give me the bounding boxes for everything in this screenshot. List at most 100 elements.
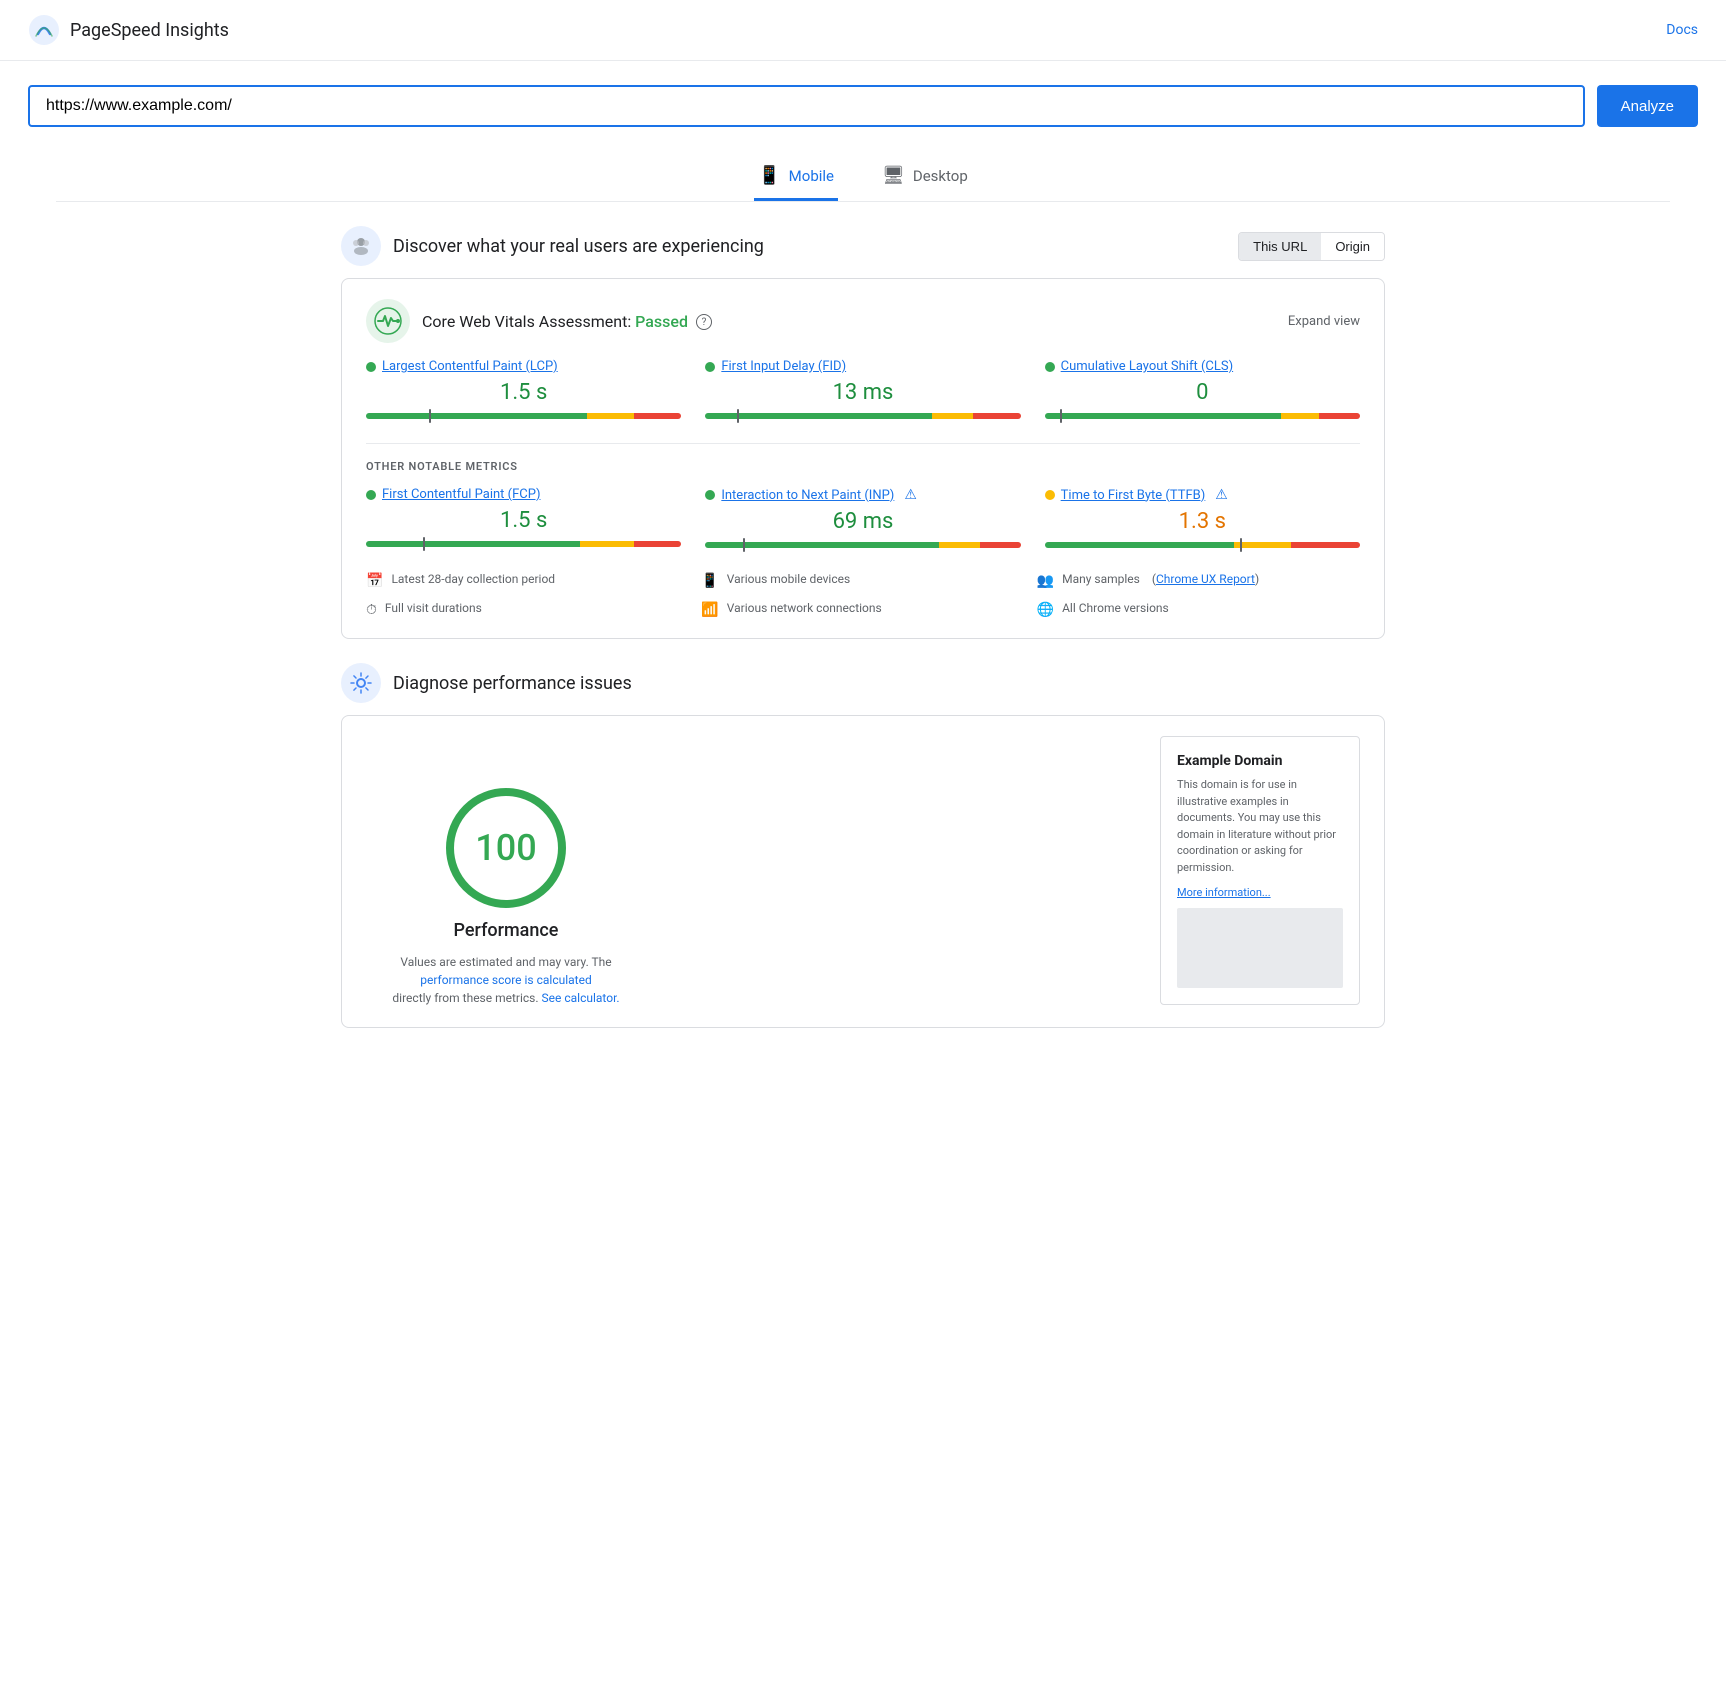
- cls-label[interactable]: Cumulative Layout Shift (CLS): [1061, 359, 1233, 374]
- url-input[interactable]: [28, 85, 1585, 127]
- other-metrics-label: OTHER NOTABLE METRICS: [366, 460, 1360, 473]
- desktop-tab-label: Desktop: [913, 167, 968, 185]
- fid-green: [705, 413, 932, 419]
- fid-red: [973, 413, 1020, 419]
- inp-marker: [743, 538, 745, 552]
- this-url-btn[interactable]: This URL: [1239, 233, 1321, 260]
- score-note-text-2: directly from these metrics.: [392, 991, 538, 1005]
- fcp-label[interactable]: First Contentful Paint (FCP): [382, 487, 541, 502]
- fcp-bar-inner: [366, 541, 681, 547]
- ttfb-label-row: Time to First Byte (TTFB) ⚠: [1045, 487, 1360, 503]
- inp-value: 69 ms: [705, 509, 1020, 534]
- metric-ttfb: Time to First Byte (TTFB) ⚠ 1.3 s: [1045, 487, 1360, 552]
- core-metrics-grid: Largest Contentful Paint (LCP) 1.5 s Fir…: [366, 359, 1360, 423]
- lcp-marker: [429, 409, 431, 423]
- docs-link[interactable]: Docs: [1666, 22, 1698, 38]
- page-preview: Example Domain This domain is for use in…: [1160, 736, 1360, 1005]
- analyze-button[interactable]: Analyze: [1597, 85, 1698, 127]
- samples-text: Many samples: [1062, 572, 1140, 586]
- info-visit-durations: ⏱ Full visit durations: [366, 601, 689, 618]
- preview-link[interactable]: More information...: [1177, 886, 1271, 899]
- header: PageSpeed Insights Docs: [0, 0, 1726, 61]
- inp-label-row: Interaction to Next Paint (INP) ⚠: [705, 487, 1020, 503]
- cwv-title: Core Web Vitals Assessment: Passed ?: [422, 312, 712, 331]
- lcp-green: [366, 413, 587, 419]
- lcp-red: [634, 413, 681, 419]
- devices-icon: 📱: [701, 573, 718, 589]
- header-left: PageSpeed Insights: [28, 14, 229, 46]
- cwv-label-text: Core Web Vitals Assessment:: [422, 312, 631, 331]
- metric-cls: Cumulative Layout Shift (CLS) 0: [1045, 359, 1360, 423]
- calc-link[interactable]: See calculator.: [542, 991, 620, 1005]
- cls-red: [1319, 413, 1360, 419]
- diagnose-title: Diagnose performance issues: [393, 673, 632, 694]
- wifi-icon: 📶: [701, 602, 718, 618]
- pagespeed-logo: [28, 14, 60, 46]
- cwv-icon: [366, 299, 410, 343]
- fid-dot: [705, 362, 715, 372]
- field-data-icon: [341, 226, 381, 266]
- field-data-header-left: Discover what your real users are experi…: [341, 226, 764, 266]
- inp-bar: [705, 542, 1020, 548]
- perf-score-section: 100 Performance Values are estimated and…: [366, 736, 646, 1007]
- other-metrics-grid: First Contentful Paint (FCP) 1.5 s Inter…: [366, 487, 1360, 552]
- lcp-dot: [366, 362, 376, 372]
- chrome-ux-link[interactable]: Chrome UX Report: [1156, 572, 1255, 586]
- fid-label[interactable]: First Input Delay (FID): [721, 359, 846, 374]
- ttfb-label[interactable]: Time to First Byte (TTFB): [1061, 488, 1206, 503]
- cls-value: 0: [1045, 380, 1360, 405]
- mobile-icon: 📱: [758, 165, 780, 186]
- info-chrome-versions: 🌐 All Chrome versions: [1037, 601, 1360, 618]
- fcp-label-row: First Contentful Paint (FCP): [366, 487, 681, 502]
- metric-fid: First Input Delay (FID) 13 ms: [705, 359, 1020, 423]
- desktop-icon: 🖥: [882, 165, 905, 186]
- fcp-bar: [366, 541, 681, 547]
- score-note: Values are estimated and may vary. The p…: [366, 953, 646, 1007]
- fcp-marker: [423, 537, 425, 551]
- info-samples: 👥 Many samples (Chrome UX Report): [1037, 572, 1360, 589]
- field-data-header: Discover what your real users are experi…: [341, 226, 1385, 266]
- url-origin-toggle: This URL Origin: [1238, 232, 1385, 261]
- cls-bar: [1045, 413, 1360, 419]
- cwv-info-icon[interactable]: ?: [696, 314, 712, 330]
- perf-score-link[interactable]: performance score is calculated: [420, 973, 591, 987]
- inp-orange: [939, 542, 980, 548]
- tab-mobile[interactable]: 📱 Mobile: [754, 155, 838, 201]
- fid-bar: [705, 413, 1020, 419]
- cwv-status: Passed: [635, 312, 688, 331]
- fid-value: 13 ms: [705, 380, 1020, 405]
- metric-fcp: First Contentful Paint (FCP) 1.5 s: [366, 487, 681, 552]
- tab-desktop[interactable]: 🖥 Desktop: [878, 155, 972, 201]
- ttfb-bar-inner: [1045, 542, 1360, 548]
- ttfb-dot: [1045, 490, 1055, 500]
- users-icon: 👥: [1037, 573, 1054, 589]
- inp-label[interactable]: Interaction to Next Paint (INP): [721, 488, 894, 503]
- main-content: Discover what your real users are experi…: [313, 226, 1413, 1028]
- metric-inp: Interaction to Next Paint (INP) ⚠ 69 ms: [705, 487, 1020, 552]
- search-bar: Analyze: [28, 85, 1698, 127]
- chrome-icon: 🌐: [1037, 602, 1054, 618]
- fcp-value: 1.5 s: [366, 508, 681, 533]
- expand-view-btn[interactable]: Expand view: [1288, 314, 1360, 329]
- lcp-label[interactable]: Largest Contentful Paint (LCP): [382, 359, 558, 374]
- cwv-header: Core Web Vitals Assessment: Passed ? Exp…: [366, 299, 1360, 343]
- preview-gray-area: [1177, 908, 1343, 988]
- fid-marker: [737, 409, 739, 423]
- search-section: Analyze: [0, 61, 1726, 143]
- field-data-card: Core Web Vitals Assessment: Passed ? Exp…: [341, 278, 1385, 639]
- origin-btn[interactable]: Origin: [1321, 233, 1384, 260]
- cls-orange: [1281, 413, 1319, 419]
- mobile-devices-text: Various mobile devices: [727, 572, 850, 586]
- cls-bar-inner: [1045, 413, 1360, 419]
- field-data-title: Discover what your real users are experi…: [393, 236, 764, 257]
- fid-orange: [932, 413, 973, 419]
- collection-period-text: Latest 28-day collection period: [391, 572, 555, 586]
- info-grid: 📅 Latest 28-day collection period 📱 Vari…: [366, 572, 1360, 618]
- fcp-green: [366, 541, 580, 547]
- lcp-bar-inner: [366, 413, 681, 419]
- gear-icon: [349, 671, 373, 695]
- diagnose-header: Diagnose performance issues: [341, 663, 1385, 703]
- performance-score: 100: [475, 827, 536, 869]
- ttfb-value: 1.3 s: [1045, 509, 1360, 534]
- calendar-icon: 📅: [366, 573, 383, 589]
